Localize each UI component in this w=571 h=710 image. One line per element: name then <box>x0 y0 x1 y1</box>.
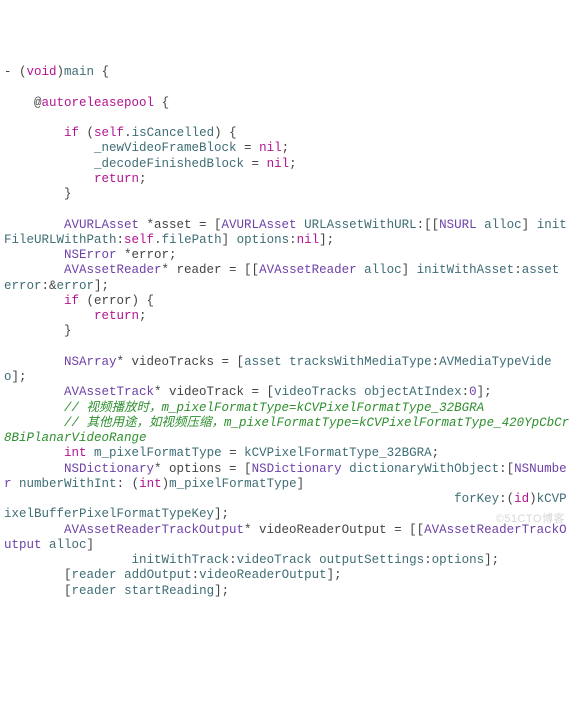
line: if (error) { <box>4 294 154 308</box>
line: return; <box>4 172 147 186</box>
line: initWithTrack:videoTrack outputSettings:… <box>4 553 499 567</box>
line: NSError *error; <box>4 248 177 262</box>
line: NSArray* videoTracks = [asset tracksWith… <box>4 355 552 384</box>
line: // 其他用途，如视频压缩，m_pixelFormatType=kCVPixel… <box>4 416 569 445</box>
line: AVURLAsset *asset = [AVURLAsset URLAsset… <box>4 218 567 247</box>
line: [reader addOutput:videoReaderOutput]; <box>4 568 342 582</box>
line: @autoreleasepool { <box>4 96 169 110</box>
line: } <box>4 187 72 201</box>
line: - (void)main { <box>4 65 109 79</box>
watermark-text: ©51CTO博客 <box>496 513 565 526</box>
line: AVAssetReader* reader = [[AVAssetReader … <box>4 263 567 292</box>
line: _decodeFinishedBlock = nil; <box>4 157 297 171</box>
code-block: - (void)main { @autoreleasepool { if (se… <box>4 65 571 599</box>
line: if (self.isCancelled) { <box>4 126 237 140</box>
line: forKey:(id)kCVPixelBufferPixelFormatType… <box>4 492 567 521</box>
line: AVAssetReaderTrackOutput* videoReaderOut… <box>4 523 567 552</box>
line: } <box>4 324 72 338</box>
line: [reader startReading]; <box>4 584 229 598</box>
line: NSDictionary* options = [NSDictionary di… <box>4 462 567 491</box>
line: _newVideoFrameBlock = nil; <box>4 141 289 155</box>
line: return; <box>4 309 147 323</box>
line: // 视频播放时，m_pixelFormatType=kCVPixelForma… <box>4 401 484 415</box>
line: AVAssetTrack* videoTrack = [videoTracks … <box>4 385 492 399</box>
line: int m_pixelFormatType = kCVPixelFormatTy… <box>4 446 439 460</box>
